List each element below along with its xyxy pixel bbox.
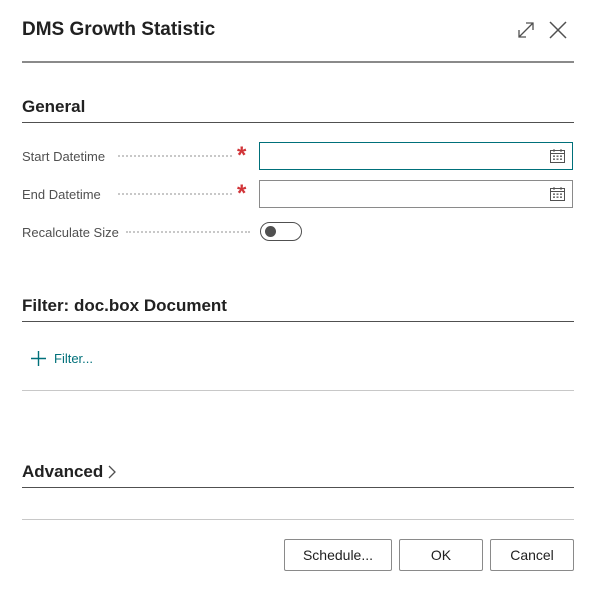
start-datetime-label: Start Datetime — [22, 149, 106, 164]
calendar-icon[interactable] — [550, 149, 565, 163]
recalculate-size-toggle[interactable] — [260, 222, 302, 241]
label-leader-dots — [118, 193, 232, 195]
header-divider — [22, 61, 574, 63]
section-divider-general — [22, 122, 574, 123]
expand-icon[interactable] — [514, 18, 538, 42]
section-title-filter: Filter: doc.box Document — [22, 296, 227, 315]
label-leader-dots — [118, 155, 232, 157]
required-marker: * — [237, 180, 247, 207]
ok-button[interactable]: OK — [399, 539, 483, 571]
section-divider-advanced — [22, 487, 574, 488]
section-title-advanced: Advanced — [22, 462, 104, 481]
start-datetime-input[interactable] — [266, 144, 540, 170]
label-leader-dots — [126, 231, 250, 233]
filter-divider — [22, 390, 574, 391]
toggle-knob — [265, 226, 276, 237]
recalculate-size-label: Recalculate Size — [22, 225, 119, 240]
plus-icon — [31, 351, 46, 366]
start-datetime-field[interactable] — [259, 142, 573, 170]
add-filter-label: Filter... — [54, 351, 94, 366]
schedule-button[interactable]: Schedule... — [284, 539, 392, 571]
close-icon[interactable] — [546, 18, 570, 42]
required-marker: * — [237, 142, 247, 169]
advanced-section-header[interactable]: Advanced — [22, 462, 118, 482]
dialog: DMS Growth Statistic General Start Datet… — [0, 0, 596, 594]
dialog-title: DMS Growth Statistic — [22, 19, 216, 40]
footer-divider — [22, 519, 574, 520]
cancel-button[interactable]: Cancel — [490, 539, 574, 571]
section-divider-filter — [22, 321, 574, 322]
calendar-icon[interactable] — [550, 187, 565, 201]
chevron-right-icon — [108, 465, 117, 479]
end-datetime-input[interactable] — [266, 182, 540, 208]
end-datetime-label: End Datetime — [22, 187, 101, 202]
section-title-general: General — [22, 97, 86, 116]
end-datetime-field[interactable] — [259, 180, 573, 208]
add-filter-link[interactable]: Filter... — [30, 350, 93, 367]
